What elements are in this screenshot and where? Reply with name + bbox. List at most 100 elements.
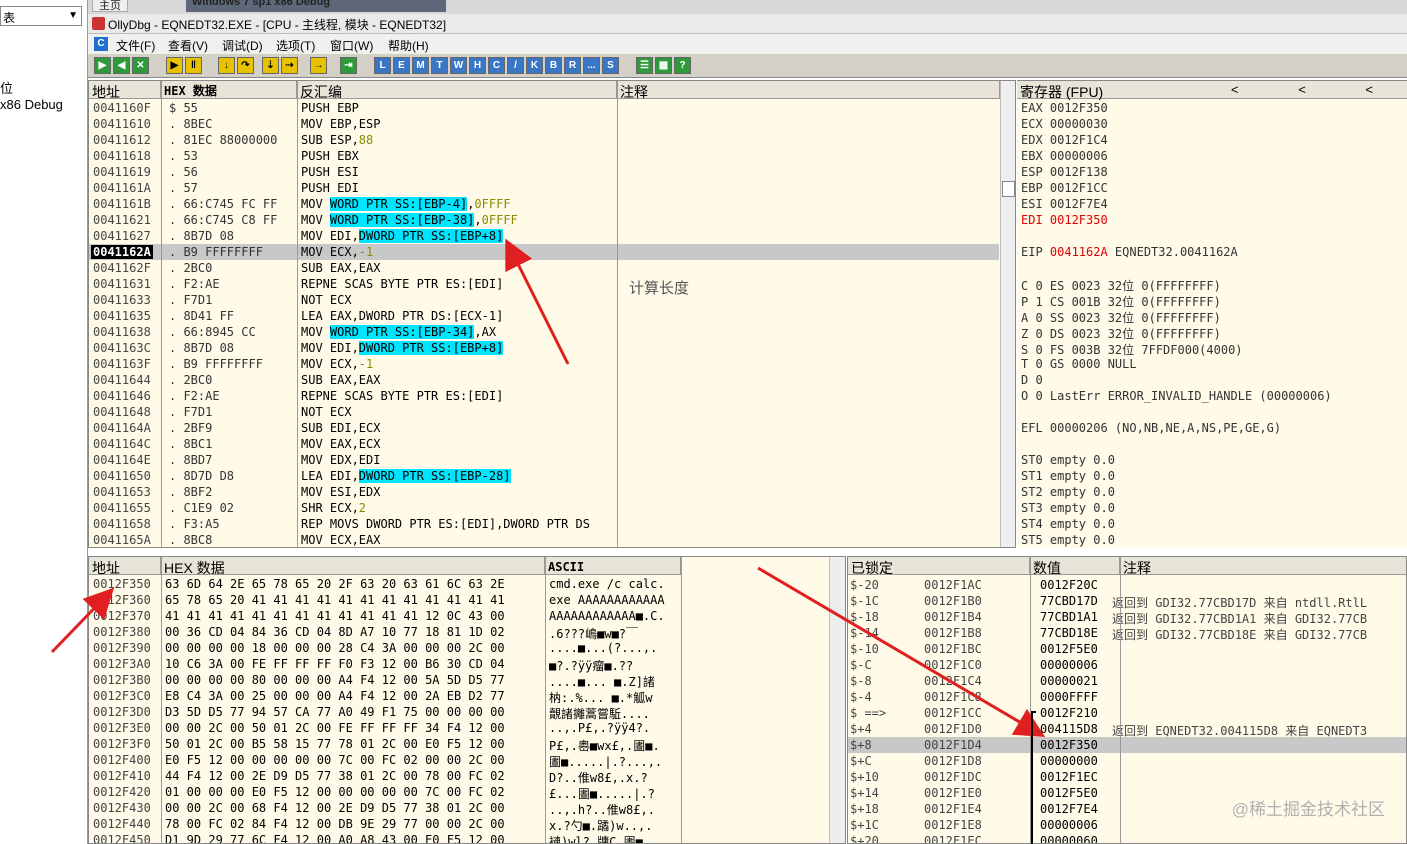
disasm-row[interactable]: 00411635 . 8D41 FF LEA EAX,DWORD PTR DS:[E… bbox=[89, 308, 999, 324]
toolbar-cpu-button[interactable]: C bbox=[488, 57, 505, 74]
register-row[interactable]: Z 0 DS 0023 32位 0(FFFFFFFF) bbox=[1021, 325, 1221, 341]
stack-row[interactable]: $-8 0012F1C4 00000021 bbox=[848, 673, 1406, 689]
register-row[interactable]: ST1 empty 0.0 bbox=[1021, 469, 1115, 485]
stack-header-locked[interactable]: 已锁定 bbox=[848, 557, 1030, 576]
trace-over-icon[interactable]: ⇢ bbox=[281, 57, 298, 74]
step-over-icon[interactable]: ↷ bbox=[237, 57, 254, 74]
disasm-row[interactable]: 0041165A . 8BC8 MOV ECX,EAX bbox=[89, 532, 999, 547]
toolbar-memory-button[interactable]: M bbox=[412, 57, 429, 74]
register-row[interactable]: ST2 empty 0.0 bbox=[1021, 485, 1115, 501]
dump-header-address[interactable]: 地址 bbox=[89, 557, 161, 576]
scroll-thumb[interactable] bbox=[1002, 181, 1015, 197]
stack-row[interactable]: $-14 0012F1B8 77CBD18E 返回到 GDI32.77CBD18E 来… bbox=[848, 625, 1406, 642]
disasm-row[interactable]: 00411653 . 8BF2 MOV ESI,EDX bbox=[89, 484, 999, 500]
trace-into-icon[interactable]: ⇣ bbox=[262, 57, 279, 74]
stack-row[interactable]: $-18 0012F1B4 77CBD1A1 返回到 GDI32.77CBD1A1 来… bbox=[848, 609, 1406, 626]
disasm-row[interactable]: 0041161A . 57 PUSH EDI bbox=[89, 180, 999, 196]
register-row[interactable]: A 0 SS 0023 32位 0(FFFFFFFF) bbox=[1021, 309, 1221, 325]
menu-options[interactable]: 选项(T) bbox=[276, 37, 315, 54]
disasm-row[interactable]: 00411655 . C1E9 02 SHR ECX,2 bbox=[89, 500, 999, 516]
toolbar-runtrace-button[interactable]: ... bbox=[583, 57, 600, 74]
host-list-item-vm[interactable]: x86 Debug bbox=[0, 97, 63, 112]
register-row[interactable]: EAX 0012F350 bbox=[1021, 101, 1108, 117]
stack-row[interactable]: $+20 0012F1EC 00000060 bbox=[848, 833, 1406, 843]
column-header-address[interactable]: 地址 bbox=[89, 81, 161, 100]
toolbar-patches-button[interactable]: / bbox=[507, 57, 524, 74]
disasm-row[interactable]: 0041164E . 8BD7 MOV EDX,EDI bbox=[89, 452, 999, 468]
cpu-disassembly-pane[interactable]: 地址 HEX 数据 反汇编 注释 0041160F $ 55 PUSH EBP 004… bbox=[88, 80, 1016, 548]
host-combo-box[interactable]: 表 ▼ bbox=[0, 6, 82, 26]
disasm-row[interactable]: 00411618 . 53 PUSH EBX bbox=[89, 148, 999, 164]
disasm-row[interactable]: 0041163C . 8B7D 08 MOV EDI,DWORD PTR SS:[E… bbox=[89, 340, 999, 356]
register-row[interactable]: C 0 ES 0023 32位 0(FFFFFFFF) bbox=[1021, 277, 1221, 293]
disasm-row[interactable]: 00411658 . F3:A5 REP MOVS DWORD PTR ES:[ED… bbox=[89, 516, 999, 532]
stack-row[interactable]: $+C 0012F1D8 00000000 bbox=[848, 753, 1406, 769]
toolbar-breakpoints-button[interactable]: B bbox=[545, 57, 562, 74]
help-icon[interactable]: ? bbox=[674, 57, 691, 74]
disasm-row[interactable]: 00411650 . 8D7D D8 LEA EDI,DWORD PTR SS:[E… bbox=[89, 468, 999, 484]
step-into-icon[interactable]: ↓ bbox=[218, 57, 235, 74]
stack-row[interactable]: $-C 0012F1C0 00000006 bbox=[848, 657, 1406, 673]
register-row[interactable]: ESP 0012F138 bbox=[1021, 165, 1108, 181]
menu-window[interactable]: 窗口(W) bbox=[330, 37, 373, 54]
toolbar-handles-button[interactable]: H bbox=[469, 57, 486, 74]
dump-scrollbar[interactable] bbox=[829, 557, 845, 843]
disasm-row[interactable]: 00411627 . 8B7D 08 MOV EDI,DWORD PTR SS:[E… bbox=[89, 228, 999, 244]
stack-row[interactable]: $-20 0012F1AC 0012F20C bbox=[848, 577, 1406, 593]
disasm-row[interactable]: 0041164C . 8BC1 MOV EAX,ECX bbox=[89, 436, 999, 452]
host-list-item[interactable]: 位 bbox=[0, 78, 13, 97]
stack-row[interactable]: $-10 0012F1BC 0012F5E0 bbox=[848, 641, 1406, 657]
register-row[interactable]: EDX 0012F1C4 bbox=[1021, 133, 1108, 149]
pause-icon[interactable]: ‖ bbox=[185, 57, 202, 74]
list-icon[interactable]: ☰ bbox=[636, 57, 653, 74]
register-row[interactable]: ST4 empty 0.0 bbox=[1021, 517, 1115, 533]
chevron-down-icon[interactable]: ▼ bbox=[68, 10, 78, 21]
stack-row[interactable]: $ ==> 0012F1CC 0012F210 bbox=[848, 705, 1406, 721]
register-row[interactable]: EDI 0012F350 bbox=[1021, 213, 1108, 229]
menu-view[interactable]: 查看(V) bbox=[168, 37, 208, 54]
register-row[interactable]: ST5 empty 0.0 bbox=[1021, 533, 1115, 548]
register-row[interactable]: O 0 LastErr ERROR_INVALID_HANDLE (000000… bbox=[1021, 389, 1332, 405]
register-row[interactable]: EFL 00000206 (NO,NB,NE,A,NS,PE,GE,G) bbox=[1021, 421, 1281, 437]
cpu-scrollbar[interactable] bbox=[1000, 81, 1015, 547]
registers-nav-arrows[interactable]: < < < bbox=[1231, 82, 1401, 97]
stack-row[interactable]: $-1C 0012F1B0 77CBD17D 返回到 GDI32.77CBD17D 来… bbox=[848, 593, 1406, 610]
menu-help[interactable]: 帮助(H) bbox=[388, 37, 429, 54]
stack-header-comment[interactable]: 注释 bbox=[1120, 557, 1406, 576]
disasm-row[interactable]: 00411619 . 56 PUSH ESI bbox=[89, 164, 999, 180]
rewind-icon[interactable]: ◀ bbox=[113, 57, 130, 74]
register-row[interactable]: EBX 00000006 bbox=[1021, 149, 1108, 165]
execute-till-return-icon[interactable]: → bbox=[310, 57, 327, 74]
stack-row[interactable]: $+8 0012F1D4 0012F350 bbox=[848, 737, 1406, 753]
grid-icon[interactable]: ▦ bbox=[655, 57, 672, 74]
menu-file[interactable]: 文件(F) bbox=[116, 37, 155, 54]
toolbar-threads-button[interactable]: T bbox=[431, 57, 448, 74]
register-row[interactable]: EIP 0041162A EQNEDT32.0041162A bbox=[1021, 245, 1238, 261]
dump-header-hex[interactable]: HEX 数据 bbox=[161, 557, 545, 576]
disasm-row[interactable]: 00411638 . 66:8945 CC MOV WORD PTR SS:[EBP… bbox=[89, 324, 999, 340]
column-header-disasm[interactable]: 反汇编 bbox=[297, 81, 617, 100]
disasm-row[interactable]: 0041161B . 66:C745 FC FF MOV WORD PTR SS:[… bbox=[89, 196, 999, 212]
column-header-hex[interactable]: HEX 数据 bbox=[161, 81, 297, 99]
toolbar-executables-button[interactable]: E bbox=[393, 57, 410, 74]
registers-pane[interactable]: 寄存器 (FPU) < < < EAX 0012F350 ECX 00000030 E… bbox=[1017, 80, 1407, 548]
toolbar-log-button[interactable]: L bbox=[374, 57, 391, 74]
disasm-row[interactable]: 00411646 . F2:AE REPNE SCAS BYTE PTR ES:[E… bbox=[89, 388, 999, 404]
disasm-row[interactable]: 0041164A . 2BF9 SUB EDI,ECX bbox=[89, 420, 999, 436]
go-to-icon[interactable]: ⇥ bbox=[340, 57, 357, 74]
menu-debug[interactable]: 调试(D) bbox=[222, 37, 263, 54]
run-icon[interactable]: ▶ bbox=[166, 57, 183, 74]
disasm-row[interactable]: 0041162A . B9 FFFFFFFF MOV ECX,-1 bbox=[89, 244, 999, 260]
dump-header-ascii[interactable]: ASCII bbox=[545, 557, 681, 575]
register-row[interactable]: ESI 0012F7E4 bbox=[1021, 197, 1108, 213]
tab-vm[interactable]: Windows 7 sp1 x86 Debug bbox=[186, 0, 446, 12]
stack-header-value[interactable]: 数值 bbox=[1030, 557, 1120, 576]
column-header-comment[interactable]: 注释 bbox=[617, 81, 1000, 100]
memory-dump-pane[interactable]: 地址 HEX 数据 ASCII 0012F350 63 6D 64 2E 65 7… bbox=[88, 556, 846, 844]
toolbar-source-button[interactable]: S bbox=[602, 57, 619, 74]
toolbar-references-button[interactable]: R bbox=[564, 57, 581, 74]
register-row[interactable]: ST0 empty 0.0 bbox=[1021, 453, 1115, 469]
cpu-window-icon[interactable]: C bbox=[94, 37, 108, 51]
tab-home[interactable]: 主页 bbox=[92, 0, 128, 12]
register-row[interactable]: T 0 GS 0000 NULL bbox=[1021, 357, 1137, 373]
